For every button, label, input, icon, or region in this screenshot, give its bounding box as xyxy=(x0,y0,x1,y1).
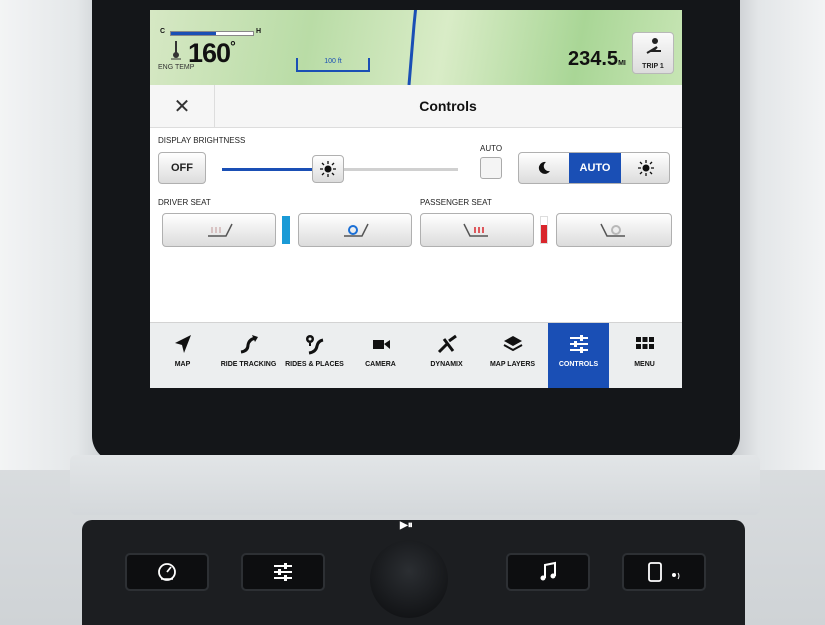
sliders-icon xyxy=(569,335,588,353)
touchscreen: C H 160° ENG TEMP 100 ft 234.5MI TRIP 1 xyxy=(150,10,682,388)
navigation-arrow-icon xyxy=(174,335,191,353)
brightness-slider-handle[interactable] xyxy=(312,155,345,183)
close-icon: ✕ xyxy=(173,95,191,118)
nav-ride-tracking[interactable]: RIDE TRACKING xyxy=(218,323,279,388)
brightness-off-button[interactable]: OFF xyxy=(158,152,206,184)
camera-icon xyxy=(372,340,390,349)
trip-button[interactable]: TRIP 1 xyxy=(632,32,674,74)
nav-label: DYNAMIX xyxy=(430,361,463,368)
nav-menu[interactable]: MENU xyxy=(614,323,675,388)
nav-label: MAP LAYERS xyxy=(489,361,536,368)
pin-route-icon xyxy=(305,335,323,355)
brightness-slider[interactable] xyxy=(222,155,458,183)
map-scale: 100 ft xyxy=(296,58,370,72)
auto-checkbox-label: AUTO xyxy=(480,144,503,153)
map-strip[interactable]: C H 160° ENG TEMP 100 ft 234.5MI TRIP 1 xyxy=(150,10,682,85)
sun-icon xyxy=(320,161,337,177)
temp-bar-fill xyxy=(171,32,217,35)
music-hardware-button[interactable] xyxy=(506,553,590,591)
moon-icon xyxy=(538,161,550,174)
engine-temp-gauge: C H 160° ENG TEMP xyxy=(158,28,273,80)
driver-seat-heat-button[interactable] xyxy=(162,213,276,247)
close-button[interactable]: ✕ xyxy=(150,85,215,127)
nav-label: CAMERA xyxy=(365,361,396,368)
layers-icon xyxy=(503,336,522,352)
phone-icon xyxy=(648,562,662,582)
dynamix-icon xyxy=(437,334,457,354)
nav-label: MAP xyxy=(174,361,191,368)
nav-label: RIDES & PLACES xyxy=(285,361,344,368)
odometer: 234.5MI xyxy=(568,48,626,70)
auto-mode-option[interactable]: AUTO xyxy=(569,153,621,183)
nav-controls[interactable]: CONTROLS xyxy=(548,323,609,388)
auto-brightness-checkbox[interactable] xyxy=(480,157,502,179)
passenger-seat-cool-button[interactable] xyxy=(556,213,672,247)
seat-cool-icon xyxy=(600,223,625,237)
driver-seat-cool-button[interactable] xyxy=(298,213,412,247)
music-note-icon xyxy=(540,561,556,581)
day-mode-option[interactable] xyxy=(621,153,669,183)
day-night-mode-selector: AUTO xyxy=(518,152,670,184)
dash-trim xyxy=(70,455,760,515)
route-icon xyxy=(240,335,258,354)
controls-hardware-button[interactable] xyxy=(241,553,325,591)
engine-temp-value: 160° xyxy=(188,38,236,68)
seat-cool-icon xyxy=(344,223,369,237)
thermometer-icon xyxy=(171,41,181,60)
passenger-seat-level-indicator xyxy=(540,216,548,244)
passenger-seat-label: PASSENGER SEAT xyxy=(420,198,492,207)
nav-map[interactable]: MAP xyxy=(152,323,213,388)
temp-bar xyxy=(170,31,254,36)
route-line xyxy=(407,10,418,85)
speedometer-icon xyxy=(158,563,176,581)
nav-camera[interactable]: CAMERA xyxy=(350,323,411,388)
brightness-label: DISPLAY BRIGHTNESS xyxy=(158,136,246,145)
nav-label: MENU xyxy=(634,361,655,368)
nav-rides-places[interactable]: RIDES & PLACES xyxy=(284,323,345,388)
trip-label: TRIP 1 xyxy=(642,63,664,70)
engine-temp-label: ENG TEMP xyxy=(158,64,195,71)
voice-command-icon xyxy=(672,572,680,580)
driver-seat-level-indicator xyxy=(282,216,290,244)
page-title: Controls xyxy=(419,98,477,114)
gauge-hardware-button[interactable] xyxy=(125,553,209,591)
passenger-seat-heat-button[interactable] xyxy=(420,213,534,247)
bottom-navigation: MAP RIDE TRACKING RIDES & PLACES CAMERA … xyxy=(150,322,682,388)
sliders-icon xyxy=(274,563,292,581)
seat-heat-icon xyxy=(463,223,488,237)
night-mode-option[interactable] xyxy=(519,153,569,183)
temp-high-label: H xyxy=(256,28,262,35)
volume-knob[interactable] xyxy=(370,540,448,618)
nav-map-layers[interactable]: MAP LAYERS xyxy=(482,323,543,388)
nav-dynamix[interactable]: DYNAMIX xyxy=(416,323,477,388)
controls-titlebar: ✕ Controls xyxy=(150,85,682,128)
seat-heat-icon xyxy=(208,223,233,237)
trip-icon xyxy=(646,38,661,54)
temp-low-label: C xyxy=(160,28,166,35)
play-pause-label: ▶⏸ xyxy=(400,520,413,531)
sun-icon xyxy=(638,160,654,176)
nav-label: RIDE TRACKING xyxy=(220,361,277,368)
grid-icon xyxy=(635,337,654,349)
right-bezel xyxy=(730,0,825,470)
phone-hardware-button[interactable] xyxy=(622,553,706,591)
nav-label: CONTROLS xyxy=(558,361,599,368)
driver-seat-label: DRIVER SEAT xyxy=(158,198,211,207)
